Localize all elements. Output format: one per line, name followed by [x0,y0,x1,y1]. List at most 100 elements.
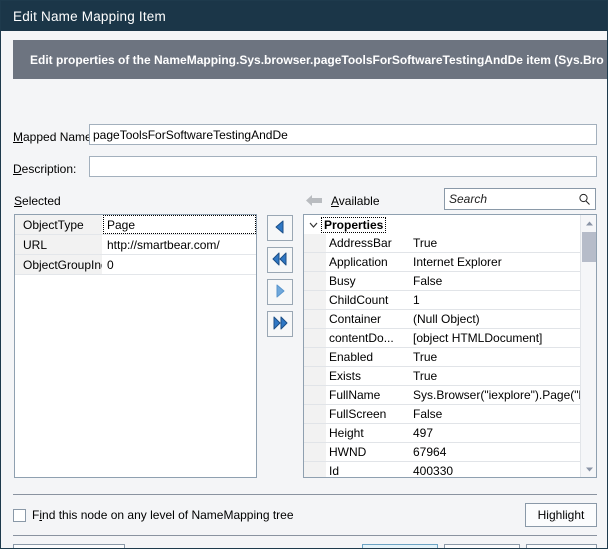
available-row-value: [object HTMLDocument] [409,329,596,347]
available-row-value: (Null Object) [409,310,596,328]
table-row[interactable]: Exists True [304,367,596,386]
find-node-label: Find this node on any level of NameMappi… [32,508,294,522]
window-title: Edit Name Mapping Item [13,9,166,24]
available-row-name: HWND [327,443,409,461]
row-indent [304,329,327,347]
table-row[interactable]: Height 497 [304,424,596,443]
arrow-right-double-icon [271,316,289,333]
arrow-left-icon [272,220,288,237]
table-row[interactable]: Busy False [304,272,596,291]
search-input[interactable]: Search [444,188,596,210]
available-row-value: True [409,234,596,252]
divider-bottom [13,535,597,536]
move-left-single-button[interactable] [267,215,293,241]
table-row[interactable]: Enabled True [304,348,596,367]
available-row-name: AddressBar [327,234,409,252]
available-row-value: 67964 [409,443,596,461]
row-indent [304,443,327,461]
available-row-value: Sys.Browser("iexplore").Page("http:// [409,386,596,404]
table-row[interactable]: contentDo... [object HTMLDocument] [304,329,596,348]
available-row-name: Height [327,424,409,442]
available-row-value: True [409,348,596,366]
available-row-value: 400330 [409,462,596,478]
mapped-name-label-text: apped Name: [23,130,95,144]
available-row-name: Application [327,253,409,271]
scrollbar-thumb[interactable] [582,232,596,262]
available-row-name: FullScreen [327,405,409,423]
ok-button[interactable]: OK [362,544,438,549]
selected-panel-label: Selected [14,194,61,208]
move-right-all-button[interactable] [267,311,293,337]
properties-group-row[interactable]: Properties [304,215,596,234]
table-row[interactable]: ObjectType Page [15,215,256,235]
table-row[interactable]: HWND 67964 [304,443,596,462]
available-row-value: 497 [409,424,596,442]
available-row-name: Enabled [327,348,409,366]
available-row-name: Busy [327,272,409,290]
available-row-value: 1 [409,291,596,309]
available-row-name: Container [327,310,409,328]
search-placeholder: Search [449,192,578,206]
available-row-value: True [409,367,596,385]
description-input[interactable] [89,156,597,177]
table-row[interactable]: ObjectGroupInd 0 [15,255,256,275]
description-label: Description: [13,162,76,176]
properties-group-label: Properties [322,218,385,232]
search-icon [578,193,591,206]
available-row-value: Internet Explorer [409,253,596,271]
banner-text: Edit properties of the NameMapping.Sys.b… [30,53,604,67]
selected-row-name: ObjectType [15,215,103,234]
selected-row-name: URL [15,235,103,254]
row-indent [304,291,327,309]
table-row[interactable]: URL http://smartbear.com/ [15,235,256,255]
row-indent [304,234,327,252]
help-button[interactable]: Help [526,544,597,549]
available-list-scrollbar[interactable] [580,215,596,477]
cancel-button[interactable]: Cancel [444,544,520,549]
mapped-name-input[interactable]: pageToolsForSoftwareTestingAndDe [89,124,597,145]
table-row[interactable]: AddressBar True [304,234,596,253]
description-label-text: escription: [22,162,77,176]
row-indent [304,310,327,328]
table-row[interactable]: Container (Null Object) [304,310,596,329]
arrow-left-icon [304,193,324,208]
scroll-up-icon[interactable] [581,215,597,231]
edit-name-mapping-dialog: Edit Name Mapping Item Edit properties o… [0,0,608,549]
row-indent [304,405,327,423]
transfer-buttons-group [267,215,293,343]
table-row[interactable]: Application Internet Explorer [304,253,596,272]
selected-row-name: ObjectGroupInd [15,255,103,274]
selected-row-value[interactable]: 0 [103,255,256,274]
find-node-checkbox-row[interactable]: Find this node on any level of NameMappi… [13,508,294,522]
scroll-down-icon[interactable] [581,461,597,477]
available-row-value: False [409,272,596,290]
table-row[interactable]: Id 400330 [304,462,596,478]
row-indent [304,386,327,404]
selected-properties-grid[interactable]: ObjectType Page URL http://smartbear.com… [14,214,257,478]
selected-row-value[interactable]: Page [103,215,256,234]
divider-top [13,494,597,495]
table-row[interactable]: FullName Sys.Browser("iexplore").Page("h… [304,386,596,405]
table-row[interactable]: FullScreen False [304,405,596,424]
available-row-value: False [409,405,596,423]
find-node-label-text: nd this node on any level of NameMapping… [42,508,294,522]
available-row-name: FullName [327,386,409,404]
dialog-body: Edit properties of the NameMapping.Sys.b… [1,31,607,549]
available-row-name: Exists [327,367,409,385]
arrow-left-double-icon [271,252,289,269]
mapped-name-label: Mapped Name: [13,130,95,144]
row-indent [304,272,327,290]
available-properties-grid[interactable]: Properties AddressBar True Application I… [303,214,597,478]
available-row-name: contentDo... [327,329,409,347]
find-node-checkbox[interactable] [13,509,26,522]
highlight-button[interactable]: Highlight [525,503,597,527]
dialog-description-banner: Edit properties of the NameMapping.Sys.b… [13,40,608,79]
conditional-mode-button[interactable]: Conditional Mode [13,544,125,549]
selected-row-value[interactable]: http://smartbear.com/ [103,235,256,254]
window-titlebar: Edit Name Mapping Item [1,1,607,31]
table-row[interactable]: ChildCount 1 [304,291,596,310]
move-left-all-button[interactable] [267,247,293,273]
row-indent [304,462,327,478]
move-right-single-button[interactable] [267,279,293,305]
chevron-down-icon[interactable] [308,219,319,230]
